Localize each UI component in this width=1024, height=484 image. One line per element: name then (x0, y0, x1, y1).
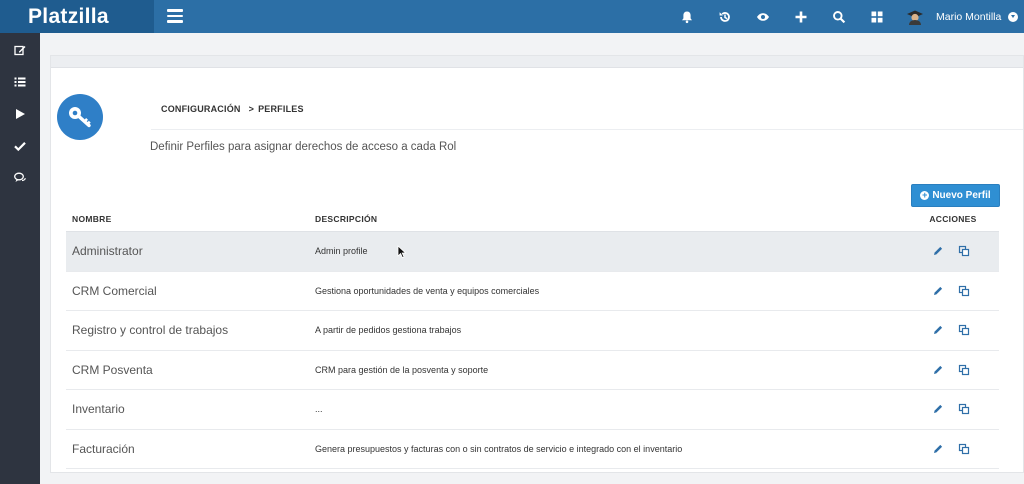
top-bar: Platzilla Mario Montilla (0, 0, 1024, 33)
copy-icon[interactable] (958, 364, 970, 376)
pencil-icon[interactable] (932, 403, 944, 415)
key-icon (57, 94, 103, 140)
profile-description: ... (315, 404, 323, 415)
copy-icon[interactable] (958, 285, 970, 297)
list-icon (14, 77, 26, 87)
row-actions (899, 285, 999, 297)
user-name: Mario Montilla (936, 10, 1002, 23)
column-header-name: NOMBRE (72, 213, 112, 224)
plus-circle-icon: + (920, 190, 930, 200)
breadcrumb-item-perfiles: PERFILES (258, 104, 304, 114)
sidebar-item-play[interactable] (0, 98, 40, 130)
brand-logo[interactable]: Platzilla (0, 0, 154, 33)
pencil-icon[interactable] (932, 364, 944, 376)
table-row[interactable]: Administrator Admin profile (66, 232, 999, 272)
table-row[interactable]: Facturación Genera presupuestos y factur… (66, 430, 999, 469)
sidebar-item-comments[interactable] (0, 162, 40, 194)
page-subtitle: Definir Perfiles para asignar derechos d… (150, 141, 457, 153)
row-actions (899, 443, 999, 455)
main-content: CONFIGURACIÓN > PERFILES Definir Perfile… (40, 33, 1024, 484)
profile-description: CRM para gestión de la posventa y soport… (315, 364, 489, 375)
copy-icon[interactable] (958, 245, 970, 257)
header-divider (151, 129, 1023, 130)
bell-icon[interactable] (668, 0, 706, 33)
table-row[interactable]: CRM Comercial Gestiona oportunidades de … (66, 272, 999, 311)
profile-description: Gestiona oportunidades de venta y equipo… (315, 285, 540, 296)
grid-icon[interactable] (858, 0, 896, 33)
profile-name: CRM Comercial (72, 283, 157, 298)
profile-name: Registro y control de trabajos (72, 323, 229, 338)
play-icon (16, 109, 25, 119)
column-header-actions: ACCIONES (929, 213, 977, 224)
breadcrumb-item-configuracion[interactable]: CONFIGURACIÓN (161, 104, 241, 114)
check-icon (14, 142, 26, 152)
copy-icon[interactable] (958, 443, 970, 455)
table-header: NOMBRE DESCRIPCIÓN ACCIONES (66, 206, 999, 232)
copy-icon[interactable] (958, 324, 970, 336)
menu-toggle-icon[interactable] (167, 9, 183, 23)
sidebar-item-check[interactable] (0, 130, 40, 162)
profile-name: CRM Posventa (72, 362, 153, 377)
new-profile-label: Nuevo Perfil (932, 190, 991, 201)
profiles-panel: CONFIGURACIÓN > PERFILES Definir Perfile… (50, 55, 1024, 473)
profiles-table: NOMBRE DESCRIPCIÓN ACCIONES Administrato… (66, 206, 999, 469)
table-row[interactable]: Registro y control de trabajos A partir … (66, 311, 999, 351)
table-row[interactable]: CRM Posventa CRM para gestión de la posv… (66, 351, 999, 390)
pencil-icon[interactable] (932, 245, 944, 257)
breadcrumb-separator: > (248, 104, 255, 114)
search-icon[interactable] (820, 0, 858, 33)
comments-icon (14, 172, 26, 182)
plus-icon[interactable] (782, 0, 820, 33)
profile-name: Inventario (72, 402, 125, 417)
panel-top-strip (51, 56, 1023, 68)
copy-icon[interactable] (958, 403, 970, 415)
breadcrumb: CONFIGURACIÓN > PERFILES (161, 104, 304, 114)
profile-description: A partir de pedidos gestiona trabajos (315, 325, 462, 336)
column-header-description: DESCRIPCIÓN (315, 213, 378, 224)
profile-name: Facturación (72, 441, 135, 456)
top-toolbar (668, 0, 896, 33)
chevron-down-icon[interactable] (1008, 11, 1019, 22)
sidebar (0, 33, 40, 484)
new-profile-button[interactable]: + Nuevo Perfil (911, 184, 1000, 207)
pencil-icon[interactable] (932, 443, 944, 455)
pencil-icon[interactable] (932, 285, 944, 297)
row-actions (899, 364, 999, 376)
user-menu[interactable]: Mario Montilla (906, 0, 1019, 33)
table-row[interactable]: Inventario ... (66, 390, 999, 430)
pencil-icon[interactable] (932, 324, 944, 336)
mouse-cursor-icon (397, 245, 407, 259)
profile-description: Genera presupuestos y facturas con o sin… (315, 443, 683, 454)
edit-icon (14, 45, 26, 56)
avatar (907, 10, 923, 25)
row-actions (899, 403, 999, 415)
history-icon[interactable] (706, 0, 744, 33)
profile-name: Administrator (72, 244, 143, 259)
row-actions (899, 245, 999, 257)
sidebar-item-list[interactable] (0, 66, 40, 98)
eye-icon[interactable] (744, 0, 782, 33)
sidebar-item-edit[interactable] (0, 34, 40, 66)
row-actions (899, 324, 999, 336)
